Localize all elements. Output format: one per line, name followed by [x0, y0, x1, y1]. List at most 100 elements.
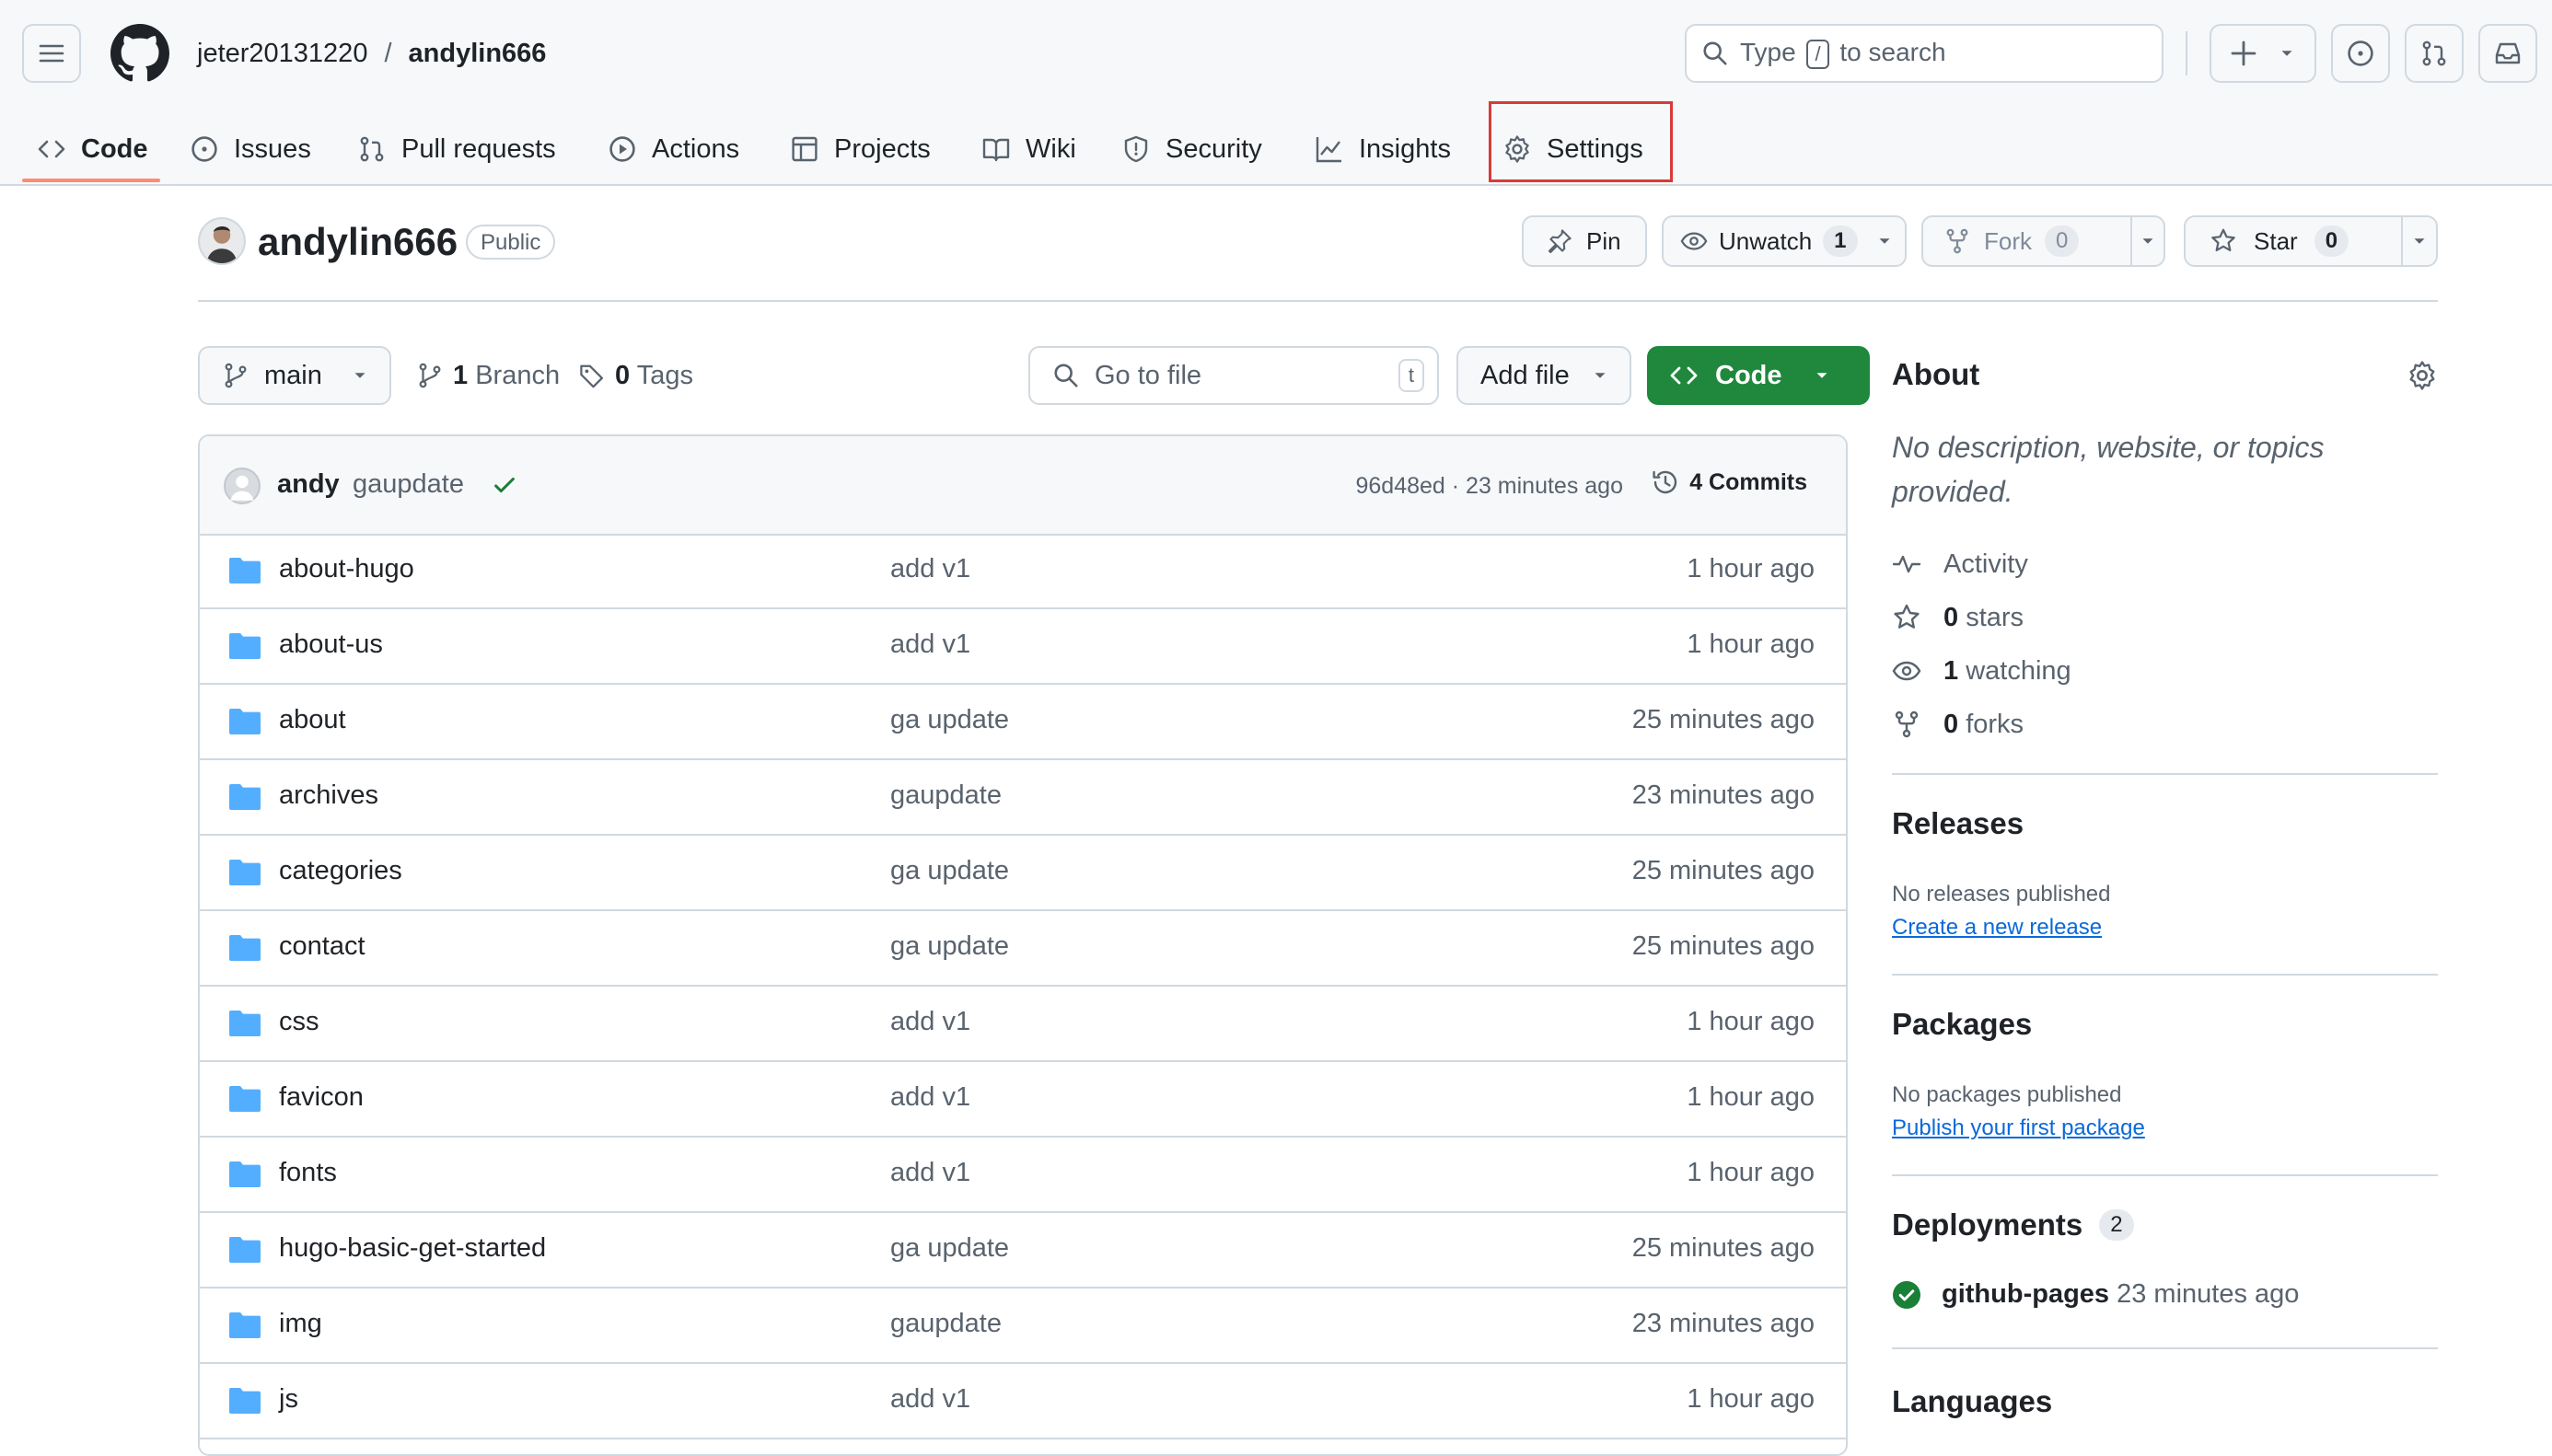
- branches-link[interactable]: 1 Branch: [416, 346, 560, 405]
- file-name[interactable]: js: [279, 1384, 298, 1415]
- file-name[interactable]: contact: [279, 931, 365, 962]
- forks-link[interactable]: 0 forks: [1892, 706, 2024, 743]
- star-button[interactable]: Star 0: [2184, 215, 2438, 267]
- star-dropdown[interactable]: [2403, 231, 2436, 251]
- file-row[interactable]: contact ga update 25 minutes ago: [200, 911, 1846, 987]
- file-row[interactable]: about-hugo add v1 1 hour ago: [200, 534, 1846, 609]
- issue-icon: [191, 136, 217, 162]
- file-commit-message[interactable]: add v1: [890, 1384, 970, 1415]
- tab-issues[interactable]: Issues: [190, 114, 311, 184]
- file-commit-message[interactable]: ga update: [890, 705, 1009, 735]
- file-name[interactable]: archives: [279, 780, 378, 811]
- file-name[interactable]: favicon: [279, 1082, 364, 1113]
- packages-heading[interactable]: Packages: [1892, 1007, 2032, 1042]
- file-row[interactable]: about-us add v1 1 hour ago: [200, 609, 1846, 685]
- file-commit-message[interactable]: gaupdate: [890, 1309, 1002, 1339]
- code-download-button[interactable]: Code: [1647, 346, 1870, 405]
- file-commit-message[interactable]: ga update: [890, 931, 1009, 962]
- inbox-icon: [2495, 42, 2521, 64]
- file-age: 25 minutes ago: [1631, 1233, 1815, 1263]
- file-commit-message[interactable]: ga update: [890, 856, 1009, 886]
- commit-author-avatar[interactable]: [224, 468, 261, 504]
- file-row[interactable]: img gaupdate 23 minutes ago: [200, 1288, 1846, 1364]
- commit-message[interactable]: gaupdate: [353, 469, 464, 500]
- file-commit-message[interactable]: add v1: [890, 554, 970, 584]
- git-branch-icon: [419, 363, 441, 388]
- issues-button[interactable]: [2331, 24, 2390, 83]
- unwatch-button[interactable]: Unwatch 1: [1662, 215, 1907, 267]
- publish-package-link[interactable]: Publish your first package: [1892, 1115, 2145, 1141]
- gear-icon[interactable]: [2407, 360, 2438, 391]
- inbox-button[interactable]: [2478, 24, 2537, 83]
- folder-icon: [229, 709, 261, 734]
- file-commit-message[interactable]: add v1: [890, 1007, 970, 1037]
- file-row[interactable]: fonts add v1 1 hour ago: [200, 1138, 1846, 1213]
- commits-history-link[interactable]: 4 Commits: [1651, 468, 1807, 497]
- file-name[interactable]: about-us: [279, 630, 383, 660]
- deployments-count: 2: [2099, 1209, 2134, 1241]
- file-row[interactable]: css add v1 1 hour ago: [200, 987, 1846, 1062]
- star-icon: [1894, 604, 1920, 629]
- go-to-file-input[interactable]: Go to file t: [1028, 346, 1439, 405]
- file-row[interactable]: categories ga update 25 minutes ago: [200, 836, 1846, 911]
- tab-insights[interactable]: Insights: [1315, 114, 1451, 184]
- hamburger-icon: [39, 44, 64, 63]
- activity-link[interactable]: Activity: [1892, 546, 2028, 583]
- file-name[interactable]: css: [279, 1007, 319, 1037]
- file-age: 1 hour ago: [1687, 1082, 1815, 1112]
- file-name[interactable]: img: [279, 1309, 322, 1339]
- file-name[interactable]: hugo-basic-get-started: [279, 1233, 546, 1264]
- global-search-input[interactable]: Type / to search: [1685, 24, 2163, 83]
- commit-author[interactable]: andy: [277, 469, 340, 500]
- create-release-link[interactable]: Create a new release: [1892, 915, 2102, 941]
- add-file-button[interactable]: Add file: [1456, 346, 1631, 405]
- tag-icon: [580, 364, 603, 388]
- create-new-button[interactable]: [2210, 24, 2316, 83]
- pin-button[interactable]: Pin: [1522, 215, 1647, 267]
- deployments-header[interactable]: Deployments 2: [1892, 1208, 2134, 1242]
- file-commit-message[interactable]: add v1: [890, 1158, 970, 1188]
- file-commit-message[interactable]: add v1: [890, 630, 970, 660]
- file-name[interactable]: about: [279, 705, 346, 735]
- tab-wiki[interactable]: Wiki: [981, 114, 1076, 184]
- tab-projects[interactable]: Projects: [790, 114, 931, 184]
- file-row[interactable]: archives gaupdate 23 minutes ago: [200, 760, 1846, 836]
- file-commit-message[interactable]: ga update: [890, 1233, 1009, 1264]
- breadcrumb-repo[interactable]: andylin666: [409, 35, 547, 72]
- file-name[interactable]: about-hugo: [279, 554, 414, 584]
- file-row[interactable]: favicon add v1 1 hour ago: [200, 1062, 1846, 1138]
- tab-security[interactable]: Security: [1121, 114, 1262, 184]
- commit-sha-time[interactable]: 96d48ed · 23 minutes ago: [1356, 473, 1624, 500]
- deployment-item[interactable]: github-pages 23 minutes ago: [1892, 1279, 2299, 1310]
- deployment-env[interactable]: github-pages: [1942, 1279, 2109, 1309]
- file-row[interactable]: js add v1 1 hour ago: [200, 1364, 1846, 1439]
- file-age: 23 minutes ago: [1631, 1309, 1815, 1338]
- file-name[interactable]: fonts: [279, 1158, 337, 1188]
- folder-icon: [229, 1011, 261, 1036]
- file-row[interactable]: about ga update 25 minutes ago: [200, 685, 1846, 760]
- owner-avatar[interactable]: [198, 217, 246, 265]
- menu-button[interactable]: [22, 24, 81, 83]
- file-commit-message[interactable]: gaupdate: [890, 780, 1002, 811]
- file-commit-message[interactable]: add v1: [890, 1082, 970, 1113]
- github-logo[interactable]: [110, 24, 169, 83]
- branch-selector[interactable]: main: [198, 346, 391, 405]
- watching-link[interactable]: 1 watching: [1892, 653, 2071, 689]
- file-row[interactable]: hugo-basic-get-started ga update 25 minu…: [200, 1213, 1846, 1288]
- breadcrumb-owner[interactable]: jeter20131220: [197, 35, 367, 72]
- tab-code[interactable]: Code: [37, 114, 148, 184]
- fork-dropdown[interactable]: [2132, 231, 2163, 251]
- folder-icon: [229, 1237, 261, 1263]
- search-suffix: to search: [1839, 38, 1946, 66]
- file-name[interactable]: categories: [279, 856, 402, 886]
- fork-button[interactable]: Fork 0: [1921, 215, 2165, 267]
- tab-pull-requests[interactable]: Pull requests: [357, 114, 556, 184]
- releases-heading[interactable]: Releases: [1892, 806, 2024, 841]
- branch-count: 1: [453, 360, 469, 390]
- tab-code-label: Code: [81, 133, 148, 164]
- pull-requests-button[interactable]: [2405, 24, 2464, 83]
- tags-link[interactable]: 0 Tags: [578, 346, 693, 405]
- stars-link[interactable]: 0 stars: [1892, 599, 2024, 636]
- tab-actions[interactable]: Actions: [608, 114, 739, 184]
- repo-title[interactable]: andylin666: [258, 217, 458, 267]
